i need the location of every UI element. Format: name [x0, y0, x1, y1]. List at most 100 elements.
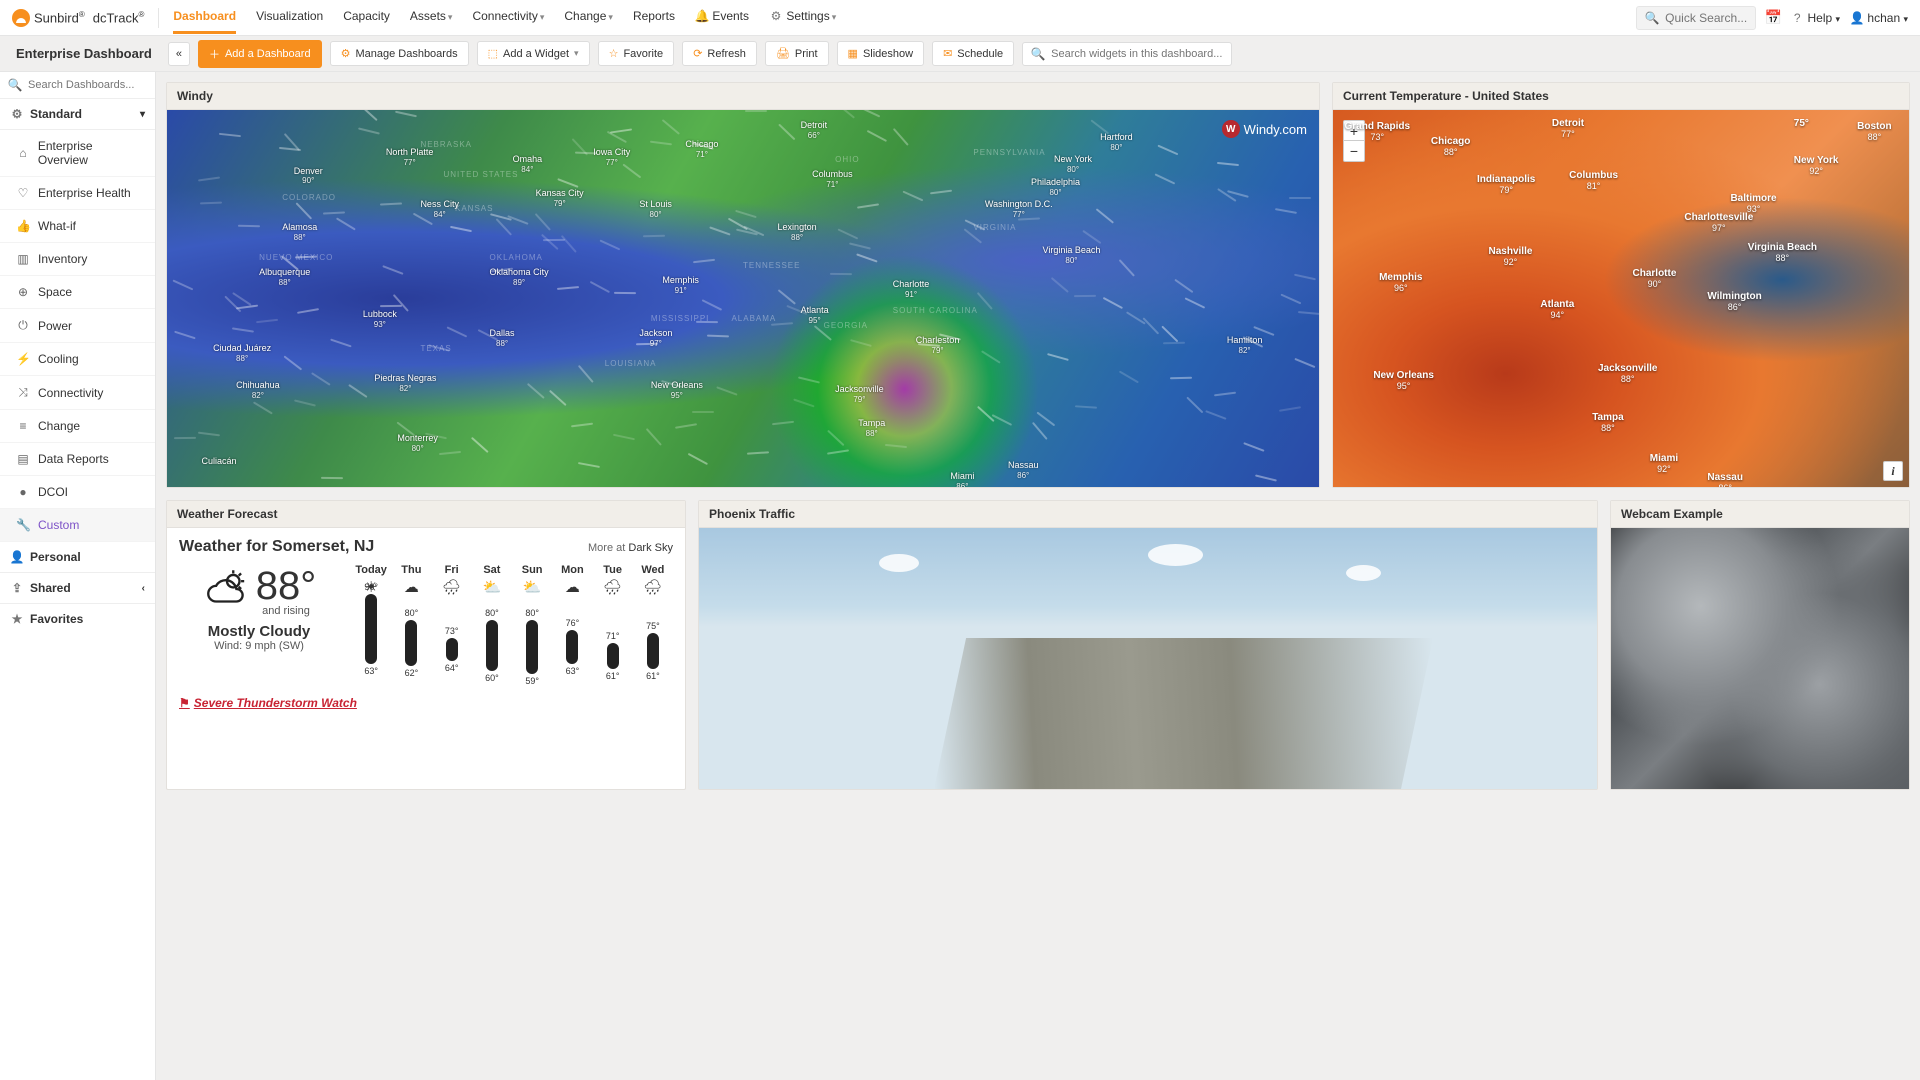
sidebar-item-enterprise-health[interactable]: ♡Enterprise Health — [0, 177, 155, 210]
favorite-button[interactable]: ☆Favorite — [598, 41, 675, 66]
weather-icon: 🌧 — [435, 578, 469, 596]
nav-capacity[interactable]: Capacity — [343, 1, 390, 34]
sidebar-item-data-reports[interactable]: ▤Data Reports — [0, 443, 155, 476]
dark-sky-link[interactable]: Dark Sky — [628, 542, 673, 554]
map-state-label: KANSAS — [455, 204, 493, 213]
calendar-icon[interactable]: 📅 — [1766, 11, 1780, 25]
nav-dashboard[interactable]: Dashboard — [173, 1, 236, 34]
top-nav: Dashboard Visualization Capacity Assets … — [173, 1, 836, 34]
wind-streak — [550, 390, 567, 406]
sidebar-item-enterprise-overview[interactable]: ⌂Enterprise Overview — [0, 130, 155, 177]
widget-title: Current Temperature - United States — [1333, 83, 1909, 110]
wind-streak — [1174, 279, 1193, 293]
sidebar-search-input[interactable] — [28, 79, 147, 91]
wind-streak — [859, 110, 880, 117]
print-button[interactable]: 🖨Print — [765, 41, 829, 66]
widget-search-input[interactable] — [1051, 48, 1223, 60]
forecast-more: More at Dark Sky — [588, 542, 673, 554]
sidebar-item-connectivity[interactable]: ⤨Connectivity — [0, 376, 155, 410]
wind-streak — [450, 225, 472, 231]
temp-city-label: Charlottesville97° — [1684, 212, 1753, 234]
quick-search[interactable]: 🔍 — [1636, 6, 1756, 30]
sidebar-item-change[interactable]: ≡Change — [0, 410, 155, 443]
high-temp: 73° — [445, 626, 459, 636]
user-menu[interactable]: 👤 hchan ▾ — [1850, 11, 1908, 25]
wind-streak — [173, 279, 194, 289]
wind-streak — [830, 273, 852, 275]
nav-visualization[interactable]: Visualization — [256, 1, 323, 34]
wind-streak — [219, 132, 241, 136]
widget-title: Phoenix Traffic — [699, 501, 1597, 528]
section-favorites[interactable]: ★Favorites — [0, 604, 155, 634]
info-button[interactable]: i — [1883, 461, 1903, 481]
collapse-sidebar-button[interactable]: « — [168, 42, 190, 66]
globe-icon: ⊕ — [16, 285, 30, 299]
temp-city-label: Atlanta94° — [1540, 299, 1574, 321]
quick-search-input[interactable] — [1665, 11, 1747, 25]
sidebar-item-space[interactable]: ⊕Space — [0, 276, 155, 309]
wind-streak — [702, 299, 722, 310]
weather-alert[interactable]: ⚑Severe Thunderstorm Watch — [167, 692, 685, 718]
temperature-map[interactable]: + − i Grand Rapids73°Chicago88°Detroit77… — [1333, 110, 1909, 487]
refresh-button[interactable]: ⟳Refresh — [682, 41, 757, 66]
temp-city-label: Tampa88° — [1592, 412, 1624, 434]
dashboard-title: Enterprise Dashboard — [8, 46, 160, 61]
nav-connectivity[interactable]: Connectivity — [472, 1, 544, 34]
temp-city-label: Boston88° — [1857, 121, 1891, 143]
widget-webcam: Webcam Example — [1610, 500, 1910, 790]
sidebar-item-custom[interactable]: 🔧Custom — [0, 509, 155, 542]
sidebar-item-power[interactable]: ⏻Power — [0, 309, 155, 343]
map-city-label: Ciudad Juárez88° — [213, 344, 271, 364]
sidebar-item-what-if[interactable]: 👍What-if — [0, 210, 155, 243]
slideshow-button[interactable]: ▦Slideshow — [837, 41, 925, 66]
add-widget-button[interactable]: ⬚Add a Widget▾ — [477, 41, 590, 66]
section-personal[interactable]: 👤Personal — [0, 542, 155, 573]
wind-streak — [439, 451, 461, 455]
high-temp: 80° — [525, 608, 539, 618]
section-shared[interactable]: ⇪Shared‹ — [0, 573, 155, 604]
wind-streak — [358, 128, 380, 135]
map-city-label: Albuquerque88° — [259, 268, 310, 288]
nav-change[interactable]: Change — [564, 1, 613, 34]
widget-search[interactable]: 🔍 — [1022, 42, 1232, 66]
wind-streak — [885, 444, 907, 448]
windy-map[interactable]: W Windy.com Detroit66°Chicago71°Iowa Cit… — [167, 110, 1319, 487]
map-city-label: Piedras Negras82° — [374, 374, 436, 394]
traffic-camera-image — [699, 528, 1597, 789]
wind-streak — [849, 242, 871, 249]
sidebar-item-cooling[interactable]: ⚡Cooling — [0, 343, 155, 376]
help-menu[interactable]: ? Help ▾ — [1790, 11, 1840, 25]
wind-streak — [1096, 208, 1114, 223]
sidebar-item-dcoi[interactable]: ●DCOI — [0, 476, 155, 509]
wind-streak — [745, 110, 767, 112]
wind-streak — [778, 123, 795, 139]
nav-assets[interactable]: Assets — [410, 1, 453, 34]
partly-cloudy-icon — [202, 564, 252, 614]
sidebar: 🔍 ⚙Standard ▾ ⌂Enterprise Overview ♡Ente… — [0, 72, 156, 1080]
lines-icon: ≡ — [16, 419, 30, 433]
sidebar-item-inventory[interactable]: ▥Inventory — [0, 243, 155, 276]
wind-streak — [1275, 208, 1297, 213]
widget-icon: ⬚ — [488, 47, 498, 60]
wind-streak — [650, 140, 672, 144]
zoom-out-button[interactable]: − — [1344, 141, 1364, 161]
nav-settings[interactable]: ⚙ Settings — [769, 1, 836, 34]
share-icon: ⇪ — [10, 581, 24, 595]
temp-city-label: Wilmington86° — [1707, 291, 1761, 313]
section-standard[interactable]: ⚙Standard ▾ — [0, 99, 155, 130]
map-city-label: St Louis80° — [639, 200, 672, 220]
widget-temperature: Current Temperature - United States + − … — [1332, 82, 1910, 488]
sidebar-search[interactable]: 🔍 — [0, 72, 155, 99]
schedule-button[interactable]: ✉Schedule — [932, 41, 1014, 66]
print-icon: 🖨 — [776, 47, 790, 60]
map-city-label: Philadelphia80° — [1031, 178, 1080, 198]
nav-events[interactable]: 🔔 Events — [695, 1, 749, 34]
wind-streak — [798, 377, 820, 384]
nav-reports[interactable]: Reports — [633, 1, 675, 34]
chevron-left-icon: ‹ — [142, 583, 145, 594]
manage-dashboards-button[interactable]: ⚙Manage Dashboards — [330, 41, 469, 66]
wind-streak — [472, 437, 489, 453]
temp-city-label: Grand Rapids73° — [1345, 121, 1411, 143]
add-dashboard-button[interactable]: ＋Add a Dashboard — [198, 40, 322, 68]
map-state-label: ALABAMA — [731, 314, 776, 323]
